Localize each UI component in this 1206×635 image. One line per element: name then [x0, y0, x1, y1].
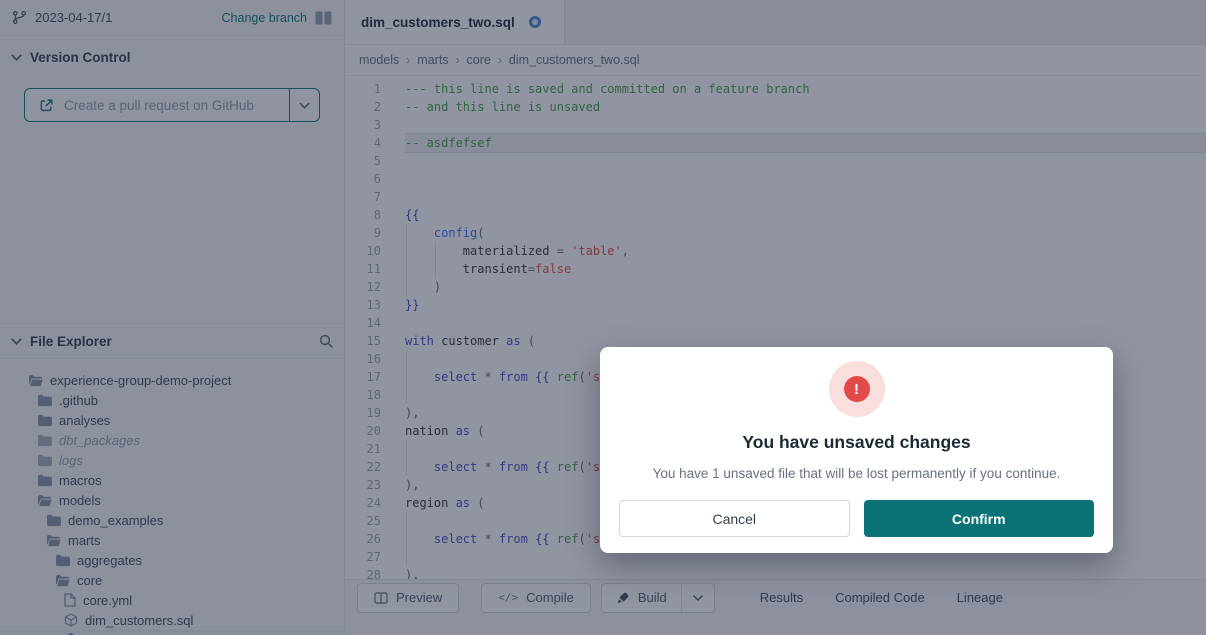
modal-title: You have unsaved changes — [742, 432, 970, 453]
unsaved-changes-modal: ! You have unsaved changes You have 1 un… — [600, 347, 1113, 553]
alert-circle: ! — [829, 361, 885, 417]
modal-actions: Cancel Confirm — [600, 500, 1113, 537]
alert-exclamation-icon: ! — [844, 376, 870, 402]
modal-message: You have 1 unsaved file that will be los… — [653, 466, 1061, 481]
cancel-button[interactable]: Cancel — [619, 500, 850, 537]
confirm-button[interactable]: Confirm — [864, 500, 1095, 537]
